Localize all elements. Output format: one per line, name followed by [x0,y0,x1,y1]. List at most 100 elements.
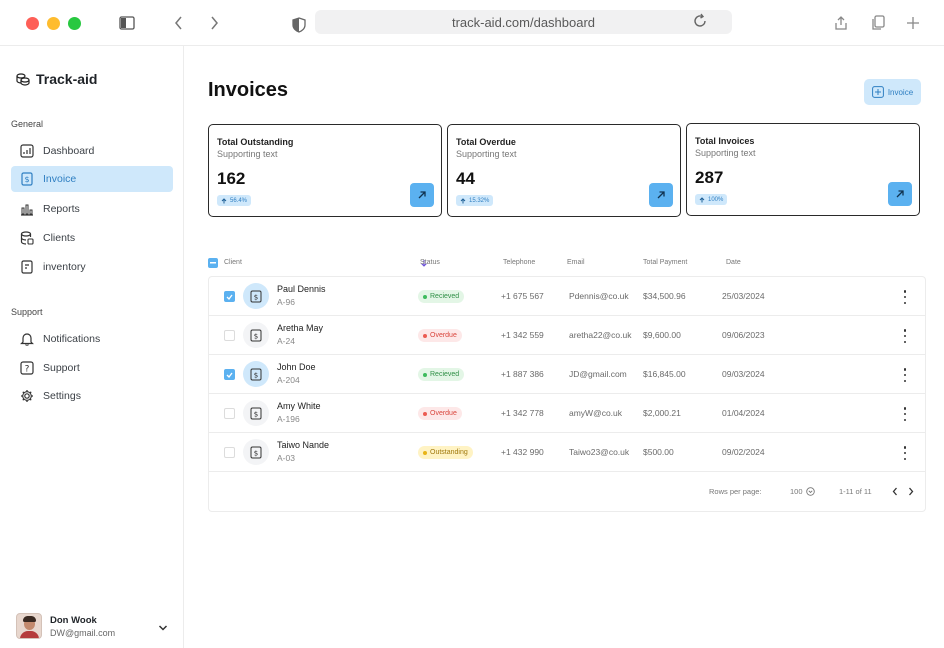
column-header-email[interactable]: Email [567,259,585,266]
row-more-icon[interactable] [902,290,908,304]
sidebar-item-dashboard[interactable]: Dashboard [11,138,173,164]
brand-logo[interactable]: Track-aid [16,71,97,87]
email-cell: aretha22@co.uk [569,330,632,340]
minimize-window-button[interactable] [47,17,60,30]
date-cell: 09/02/2024 [722,447,765,457]
gear-icon [19,389,34,404]
section-label-general: General [11,119,44,129]
sidebar-toggle-icon[interactable] [118,14,136,32]
row-checkbox[interactable] [224,447,235,458]
table-row[interactable]: $ Amy White A-196 Overdue +1 342 778 amy… [209,394,925,433]
column-header-total-payment[interactable]: Total Payment [643,259,687,266]
trend-value: 100% [708,196,724,203]
status-badge: Outstanding [418,446,473,459]
card-open-button[interactable] [410,183,434,207]
sidebar-item-notifications[interactable]: Notifications [11,326,173,352]
shield-icon[interactable] [290,16,308,34]
row-checkbox[interactable] [224,408,235,419]
arrow-up-right-icon [418,191,426,199]
payment-cell: $16,845.00 [643,369,686,379]
client-name: Aretha May [277,323,324,333]
arrow-up-icon [221,197,227,203]
column-header-telephone[interactable]: Telephone [503,259,535,266]
column-header-date[interactable]: Date [726,259,741,266]
rows-per-page-select[interactable]: 100 [790,487,815,496]
client-code: A-03 [277,453,295,463]
card-open-button[interactable] [888,182,912,206]
status-label: Recieved [430,293,460,300]
card-subtitle: Supporting text [217,149,278,159]
status-badge: Overdue [418,329,462,342]
sidebar-item-support[interactable]: ? Support [11,355,173,381]
new-invoice-label: Invoice [887,87,914,97]
card-total-overdue: Total Overdue Supporting text 44 15.32% [447,124,681,217]
status-badge: Recieved [418,368,465,381]
row-more-icon[interactable] [902,446,908,460]
bell-icon [19,332,34,347]
reload-icon[interactable] [692,13,710,31]
row-more-icon[interactable] [902,329,908,343]
sidebar-item-settings[interactable]: Settings [11,383,173,409]
svg-text:$: $ [254,410,258,418]
table-row[interactable]: $ Paul Dennis A-96 Recieved +1 675 567 P… [209,277,925,316]
invoice-icon: $ [243,400,269,426]
client-name: John Doe [277,362,316,372]
payment-cell: $2,000.21 [643,408,681,418]
status-badge: Recieved [418,290,465,303]
forward-icon[interactable] [205,14,223,32]
row-more-icon[interactable] [902,368,908,382]
share-icon[interactable] [832,14,850,32]
browser-toolbar: track-aid.com/dashboard [0,0,944,46]
sidebar-item-label: Settings [43,390,81,402]
back-icon[interactable] [170,14,188,32]
svg-text:$: $ [254,371,258,379]
coins-icon [16,73,30,86]
card-subtitle: Supporting text [456,149,517,159]
address-bar[interactable]: track-aid.com/dashboard [315,10,732,34]
reports-icon [19,202,34,217]
tabs-overview-icon[interactable] [869,14,887,32]
sidebar-item-clients[interactable]: Clients [11,225,173,251]
email-cell: Taiwo23@co.uk [569,447,630,457]
new-tab-icon[interactable] [904,14,922,32]
telephone-cell: +1 675 567 [501,291,544,301]
inventory-icon [19,260,34,275]
close-window-button[interactable] [26,17,39,30]
row-checkbox[interactable] [224,291,235,302]
trend-badge: 56.4% [217,195,252,206]
row-more-icon[interactable] [902,407,908,421]
next-page-icon[interactable] [906,486,916,496]
svg-text:$: $ [24,175,29,184]
table-row[interactable]: $ John Doe A-204 Recieved +1 887 386 JD@… [209,355,925,394]
maximize-window-button[interactable] [68,17,81,30]
trend-badge: 100% [695,194,728,205]
sidebar-item-label: Notifications [43,333,101,345]
sidebar-item-inventory[interactable]: inventory [11,254,173,280]
status-label: Overdue [430,332,457,339]
date-cell: 09/03/2024 [722,369,765,379]
arrow-up-icon [460,197,466,203]
client-code: A-196 [277,414,300,424]
table-row[interactable]: $ Aretha May A-24 Overdue +1 342 559 are… [209,316,925,355]
user-profile[interactable]: Don Wook DW@gmail.com [16,612,176,640]
client-name: Amy White [277,401,321,411]
row-checkbox[interactable] [224,369,235,380]
pagination: Rows per page: 100 1-11 of 11 [209,473,925,511]
dashboard-icon [19,144,34,159]
row-checkbox[interactable] [224,330,235,341]
sidebar-item-reports[interactable]: Reports [11,196,173,222]
svg-text:$: $ [254,293,258,301]
column-header-status[interactable]: Status [420,259,440,267]
sidebar-item-invoice[interactable]: $ Invoice [11,166,173,192]
card-open-button[interactable] [649,183,673,207]
column-header-client[interactable]: Client [224,259,242,266]
select-all-checkbox[interactable] [208,258,218,268]
card-total-invoices: Total Invoices Supporting text 287 100% [686,123,920,216]
email-cell: amyW@co.uk [569,408,623,418]
new-invoice-button[interactable]: Invoice [864,79,921,105]
card-value: 44 [456,169,475,188]
chevron-down-icon[interactable] [158,619,168,637]
svg-text:$: $ [254,449,258,457]
previous-page-icon[interactable] [890,486,900,496]
table-row[interactable]: $ Taiwo Nande A-03 Outstanding +1 432 99… [209,433,925,472]
